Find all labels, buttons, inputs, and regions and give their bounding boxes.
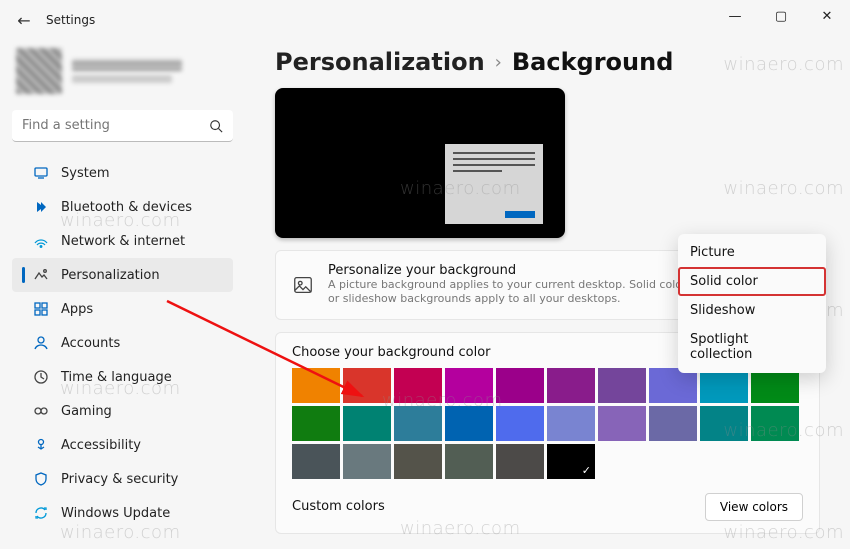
window-minimize-button[interactable]: — [712,0,758,32]
nav-icon [33,199,49,215]
arrow-left-icon: ← [17,11,30,30]
nav-icon [33,505,49,521]
chevron-right-icon: › [495,52,502,73]
avatar [16,48,62,94]
search-icon [209,118,223,137]
color-swatch[interactable] [547,444,595,479]
sidebar-item-label: Windows Update [61,506,170,521]
sidebar-item-personalization[interactable]: Personalization [12,258,233,292]
sidebar-item-label: Gaming [61,404,112,419]
color-swatch[interactable] [343,368,391,403]
sidebar-item-accessibility[interactable]: Accessibility [12,428,233,462]
sidebar-item-label: Personalization [61,268,160,283]
nav-icon [33,267,49,283]
color-swatch[interactable] [700,406,748,441]
color-swatch[interactable] [496,444,544,479]
dropdown-option-slideshow[interactable]: Slideshow [678,296,826,325]
color-swatch[interactable] [547,406,595,441]
nav-icon [33,471,49,487]
dropdown-option-picture[interactable]: Picture [678,238,826,267]
user-profile-row[interactable] [12,46,233,104]
page-title: Background [512,48,674,76]
nav-icon [33,335,49,351]
sidebar-item-windows-update[interactable]: Windows Update [12,496,233,530]
color-swatch-grid [292,368,803,479]
color-swatch[interactable] [292,444,340,479]
preview-window-icon [445,144,543,224]
color-swatch[interactable] [598,368,646,403]
user-email-redacted [72,75,172,83]
sidebar-item-label: Accessibility [61,438,141,453]
sidebar-item-network-internet[interactable]: Network & internet [12,224,233,258]
nav-icon [33,403,49,419]
color-swatch[interactable] [751,406,799,441]
window-close-button[interactable]: ✕ [804,0,850,32]
sidebar-item-bluetooth-devices[interactable]: Bluetooth & devices [12,190,233,224]
color-swatch[interactable] [496,368,544,403]
sidebar-item-label: Network & internet [61,234,185,249]
sidebar-item-time-language[interactable]: Time & language [12,360,233,394]
sidebar-item-label: Apps [61,302,93,317]
background-type-dropdown-open: PictureSolid colorSlideshowSpotlight col… [678,234,826,373]
breadcrumb-parent[interactable]: Personalization [275,48,485,76]
color-swatch[interactable] [394,444,442,479]
app-title: Settings [46,13,95,27]
desktop-preview [275,88,565,238]
nav-icon [33,165,49,181]
sidebar: System Bluetooth & devices Network & inter… [0,40,245,549]
color-swatch[interactable] [343,406,391,441]
info-subtitle: A picture background applies to your cur… [328,278,688,307]
sidebar-item-label: Time & language [61,370,172,385]
nav-icon [33,437,49,453]
color-swatch[interactable] [292,406,340,441]
search-input[interactable] [12,110,233,142]
sidebar-item-label: Accounts [61,336,120,351]
color-swatch[interactable] [649,406,697,441]
view-colors-button[interactable]: View colors [705,493,803,521]
color-swatch[interactable] [496,406,544,441]
dropdown-option-spotlight-collection[interactable]: Spotlight collection [678,325,826,369]
color-swatch[interactable] [445,444,493,479]
color-swatch[interactable] [445,368,493,403]
sidebar-item-privacy-security[interactable]: Privacy & security [12,462,233,496]
info-title: Personalize your background [328,263,688,278]
color-swatch[interactable] [547,368,595,403]
nav-icon [33,233,49,249]
sidebar-item-label: Bluetooth & devices [61,200,192,215]
sidebar-item-label: Privacy & security [61,472,178,487]
sidebar-item-system[interactable]: System [12,156,233,190]
color-swatch[interactable] [598,406,646,441]
sidebar-item-label: System [61,166,109,181]
user-name-redacted [72,59,182,71]
sidebar-item-accounts[interactable]: Accounts [12,326,233,360]
color-swatch[interactable] [343,444,391,479]
breadcrumb: Personalization › Background [275,48,820,76]
color-swatch[interactable] [394,406,442,441]
sidebar-item-gaming[interactable]: Gaming [12,394,233,428]
color-swatch[interactable] [394,368,442,403]
image-icon [292,274,314,296]
nav-icon [33,301,49,317]
color-swatch[interactable] [292,368,340,403]
custom-colors-label: Custom colors [292,499,385,514]
nav-icon [33,369,49,385]
window-maximize-button[interactable]: ▢ [758,0,804,32]
sidebar-item-apps[interactable]: Apps [12,292,233,326]
color-swatch[interactable] [445,406,493,441]
dropdown-option-solid-color[interactable]: Solid color [678,267,826,296]
back-button[interactable]: ← [12,11,36,30]
